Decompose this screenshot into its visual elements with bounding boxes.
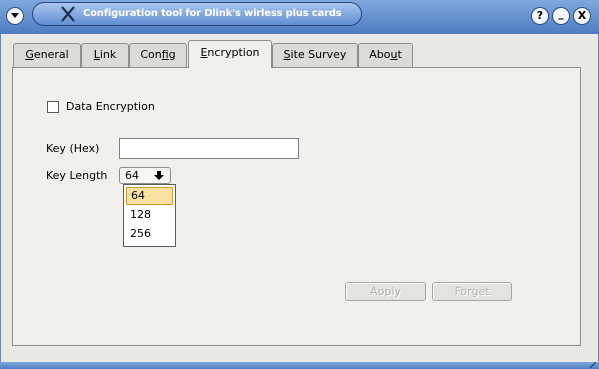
- tab-link[interactable]: Link: [81, 43, 129, 67]
- tab-config-pre: Con: [140, 48, 162, 61]
- dropdown-arrow-icon: [154, 171, 164, 180]
- tab-config[interactable]: Config: [129, 43, 187, 67]
- tab-encryption-label: ncryption: [207, 46, 260, 59]
- tab-general[interactable]: General: [13, 43, 81, 67]
- tab-config-mnemonic: f: [161, 48, 169, 61]
- data-encryption-label: Data Encryption: [66, 100, 155, 113]
- tab-about[interactable]: About: [358, 43, 413, 67]
- apply-button[interactable]: Apply: [345, 282, 426, 301]
- tab-about-label: t: [397, 48, 402, 61]
- window-menu-button[interactable]: [6, 7, 24, 25]
- help-button[interactable]: ?: [531, 7, 549, 25]
- tab-general-label: eneral: [33, 48, 69, 61]
- key-length-label: Key Length: [46, 169, 108, 182]
- tab-about-pre: Abo: [369, 48, 391, 61]
- key-hex-label: Key (Hex): [46, 142, 100, 155]
- key-length-option-256[interactable]: 256: [126, 225, 173, 243]
- key-length-dropdown-list: 64 128 256: [123, 184, 176, 247]
- tab-encryption[interactable]: Encryption: [188, 40, 272, 68]
- window-title: Configuration tool for Dlink's wirless p…: [83, 8, 342, 19]
- tab-site-survey-label: ite Survey: [290, 48, 347, 61]
- key-hex-input[interactable]: [119, 138, 299, 159]
- tab-general-mnemonic: G: [25, 48, 34, 61]
- key-length-option-64[interactable]: 64: [126, 187, 173, 205]
- resize-grip-icon[interactable]: [590, 362, 596, 368]
- tab-site-survey-mnemonic: S: [283, 48, 291, 61]
- key-length-option-128[interactable]: 128: [126, 206, 173, 224]
- key-length-select[interactable]: 64: [119, 167, 171, 184]
- key-length-value: 64: [125, 169, 139, 182]
- close-button[interactable]: X: [573, 7, 591, 25]
- forget-button[interactable]: Forget: [432, 282, 512, 301]
- tab-link-label: ink: [99, 48, 117, 61]
- app-x-icon: [61, 6, 75, 22]
- tab-config-label: ig: [168, 48, 176, 61]
- tab-site-survey[interactable]: Site Survey: [272, 43, 358, 67]
- title-bar: Configuration tool for Dlink's wirless p…: [0, 0, 599, 34]
- window-bottom-border: [0, 362, 599, 369]
- title-pill: Configuration tool for Dlink's wirless p…: [32, 2, 362, 26]
- chevron-down-icon: [11, 13, 19, 18]
- data-encryption-checkbox[interactable]: [47, 101, 59, 113]
- minimize-button[interactable]: _: [552, 7, 570, 25]
